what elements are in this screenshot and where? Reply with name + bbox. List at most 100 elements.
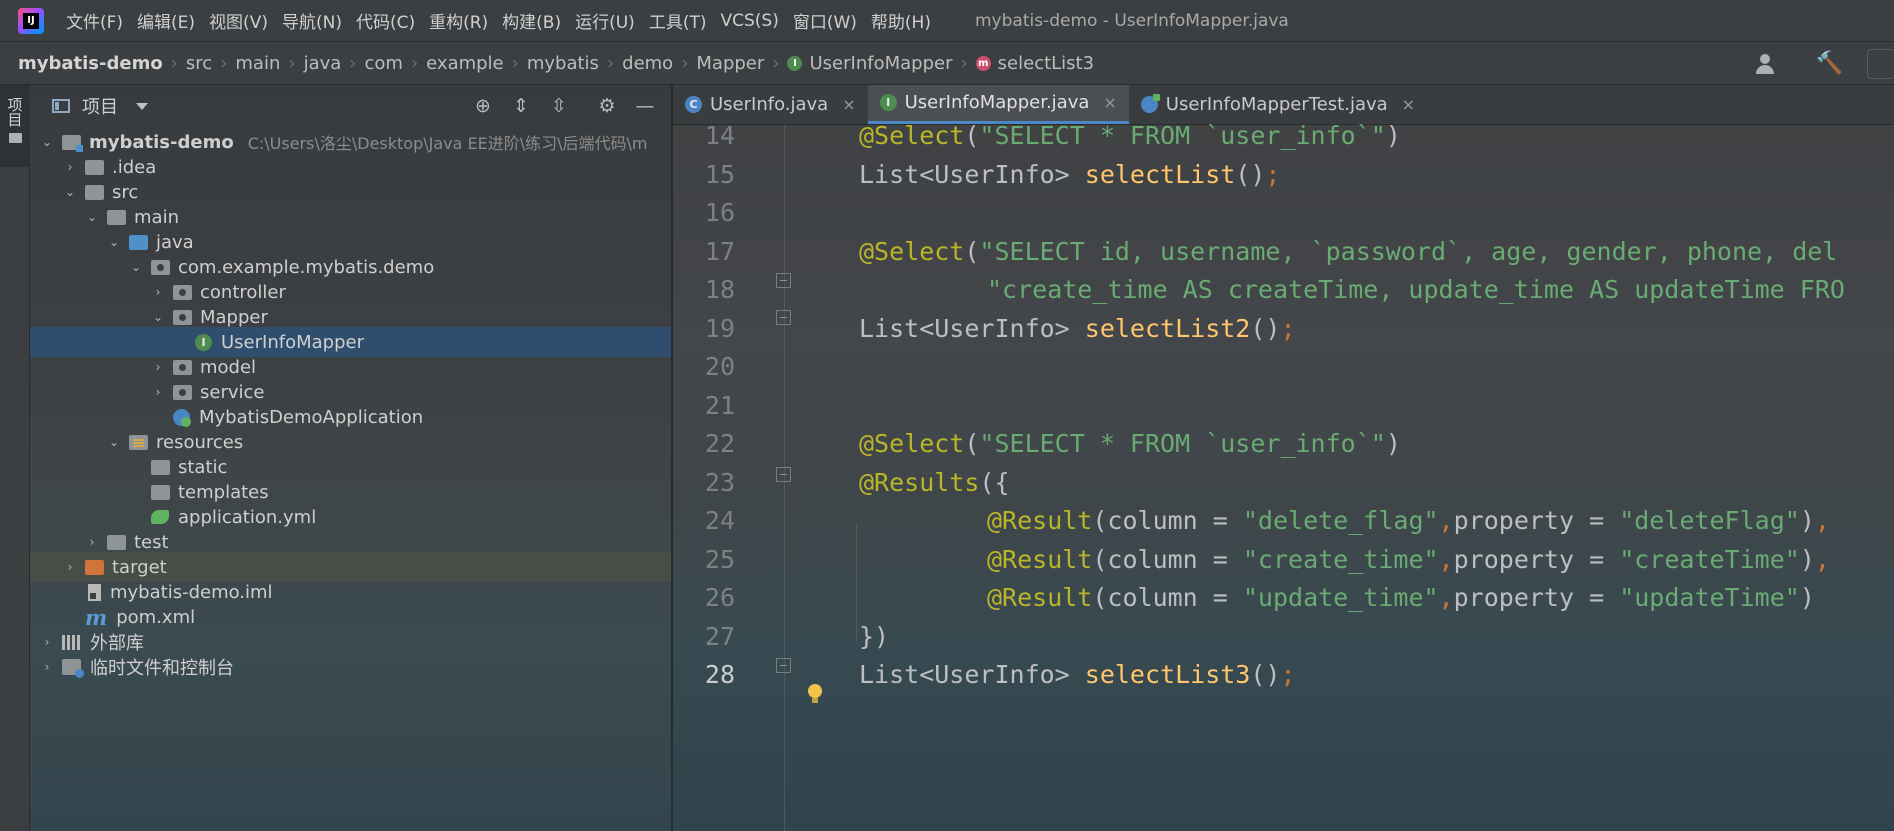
collapsed-arrow-icon[interactable]: ›: [63, 160, 77, 174]
expanded-arrow-icon[interactable]: ⌄: [63, 185, 77, 199]
tree-item-label: Mapper: [200, 306, 268, 328]
breadcrumb-project[interactable]: mybatis-demo: [18, 53, 163, 74]
line-number: 15: [704, 160, 735, 189]
menu-file[interactable]: 文件(F): [66, 8, 123, 33]
menu-vcs[interactable]: VCS(S): [720, 11, 778, 31]
menu-edit[interactable]: 编辑(E): [137, 8, 195, 33]
breadcrumb-separator-icon: ›: [410, 52, 419, 74]
locate-file-icon[interactable]: ⊕: [470, 93, 496, 119]
menu-view[interactable]: 视图(V): [209, 8, 268, 33]
line-number: 22: [704, 429, 735, 458]
fold-marker-icon[interactable]: [776, 467, 791, 482]
expanded-arrow-icon[interactable]: ⌄: [40, 135, 54, 149]
tab-userinfomapper-java[interactable]: I UserInfoMapper.java ×: [867, 85, 1129, 124]
breadcrumb-main[interactable]: main: [235, 53, 280, 74]
tree-item-label: model: [200, 356, 257, 378]
menu-code[interactable]: 代码(C): [356, 8, 415, 33]
expanded-arrow-icon[interactable]: ⌄: [107, 235, 121, 249]
collapsed-arrow-icon[interactable]: ›: [40, 635, 54, 649]
code-line-19: List<UserInfo> selectList2();: [859, 314, 1296, 343]
breadcrumb-com[interactable]: com: [365, 53, 403, 74]
breadcrumb-separator-icon: ›: [511, 52, 519, 74]
collapsed-arrow-icon[interactable]: ›: [151, 285, 165, 299]
navigation-bar: mybatis-demo › src › main › java › com ›…: [0, 42, 1894, 85]
code-line-15: List<UserInfo> selectList();: [859, 160, 1281, 189]
breadcrumb-userinfomapper[interactable]: I UserInfoMapper: [787, 53, 952, 74]
menu-help[interactable]: 帮助(H): [871, 8, 931, 33]
hide-panel-icon[interactable]: —: [632, 93, 658, 119]
menu-tools[interactable]: 工具(T): [649, 8, 707, 33]
editor-tab-bar: C UserInfo.java × I UserInfoMapper.java …: [673, 85, 1894, 125]
lightbulb-intention-icon[interactable]: [807, 684, 823, 704]
line-number: 16: [704, 198, 735, 227]
menu-navigate[interactable]: 导航(N): [282, 8, 342, 33]
close-icon[interactable]: ×: [1103, 93, 1116, 112]
breadcrumb-selectlist3[interactable]: m selectList3: [975, 53, 1094, 74]
close-icon[interactable]: ×: [842, 95, 855, 114]
toolbar-right: 🔨: [1754, 42, 1894, 85]
line-number: 21: [704, 391, 735, 420]
collapsed-arrow-icon[interactable]: ›: [151, 360, 165, 374]
module-folder-icon: [62, 134, 83, 152]
breadcrumb-example[interactable]: example: [426, 53, 503, 74]
run-configuration-selector[interactable]: [1867, 48, 1894, 79]
expand-all-icon[interactable]: ⇕: [508, 93, 534, 119]
code-line-26: @Result(column = "update_time",property …: [987, 583, 1815, 612]
fold-marker-icon[interactable]: [776, 273, 791, 288]
chevron-down-icon[interactable]: [136, 102, 148, 110]
folder-icon: [85, 159, 104, 175]
code-line-28: List<UserInfo> selectList3();: [859, 660, 1296, 689]
line-number: 25: [704, 545, 735, 574]
collapsed-arrow-icon[interactable]: ›: [63, 560, 77, 574]
gear-icon[interactable]: ⚙: [594, 93, 620, 119]
tree-item-label: com.example.mybatis.demo: [178, 256, 435, 278]
intellij-logo-icon[interactable]: IJ: [18, 7, 44, 34]
tree-item-label: UserInfoMapper: [221, 331, 364, 353]
tree-item-label: .idea: [112, 156, 157, 178]
collapse-all-icon[interactable]: ⇳: [546, 93, 572, 119]
folder-icon: [151, 484, 170, 500]
menu-refactor[interactable]: 重构(R): [429, 8, 488, 33]
build-hammer-icon[interactable]: 🔨: [1816, 51, 1843, 76]
project-tool-button[interactable]: 项目: [0, 85, 30, 167]
tab-userinfo-java[interactable]: C UserInfo.java ×: [673, 85, 868, 124]
breadcrumb-mybatis[interactable]: mybatis: [527, 53, 599, 74]
breadcrumb-separator-icon: ›: [960, 52, 968, 74]
menu-run[interactable]: 运行(U): [575, 8, 635, 33]
breadcrumb-mapper[interactable]: Mapper: [696, 53, 764, 74]
breadcrumb-demo[interactable]: demo: [622, 53, 673, 74]
tree-item-label: test: [134, 531, 169, 553]
tree-item-label: pom.xml: [116, 606, 196, 628]
menu-window[interactable]: 窗口(W): [793, 8, 857, 33]
close-icon[interactable]: ×: [1402, 95, 1415, 114]
yaml-file-icon: [151, 510, 169, 524]
line-number-current: 28: [704, 660, 735, 689]
collapsed-arrow-icon[interactable]: ›: [85, 535, 99, 549]
test-class-icon: [1140, 93, 1160, 113]
project-view-icon: [52, 99, 70, 113]
collapsed-arrow-icon[interactable]: ›: [151, 385, 165, 399]
fold-marker-icon[interactable]: [776, 658, 791, 673]
expanded-arrow-icon[interactable]: ⌄: [107, 435, 121, 449]
code-area[interactable]: 14 15 16 17 18 19 20 21 22 23 24 25 26 2…: [673, 121, 1894, 831]
expanded-arrow-icon[interactable]: ⌄: [85, 210, 99, 224]
resources-folder-icon: [129, 434, 148, 450]
breadcrumb-separator-icon: ›: [170, 52, 178, 74]
code-line-17: @Select("SELECT id, username, `password`…: [859, 237, 1838, 266]
collapsed-arrow-icon[interactable]: ›: [40, 660, 54, 674]
user-account-icon[interactable]: [1754, 53, 1780, 75]
tree-item-scratches[interactable]: › 临时文件和控制台: [30, 652, 671, 682]
expanded-arrow-icon[interactable]: ⌄: [151, 310, 165, 324]
expanded-arrow-icon[interactable]: ⌄: [129, 260, 143, 274]
breadcrumb-src[interactable]: src: [186, 53, 212, 74]
breadcrumb-java[interactable]: java: [304, 53, 342, 74]
tab-userinfomappertest-java[interactable]: UserInfoMapperTest.java ×: [1129, 85, 1427, 124]
scratch-icon: [62, 659, 84, 678]
tree-item-label: MybatisDemoApplication: [199, 406, 424, 428]
breadcrumb-label: UserInfoMapper: [809, 52, 953, 74]
tree-item-label: main: [134, 206, 179, 228]
folder-icon: [107, 209, 126, 225]
breadcrumb-separator-icon: ›: [772, 52, 780, 74]
fold-marker-icon[interactable]: [776, 310, 791, 325]
menu-build[interactable]: 构建(B): [502, 8, 561, 33]
